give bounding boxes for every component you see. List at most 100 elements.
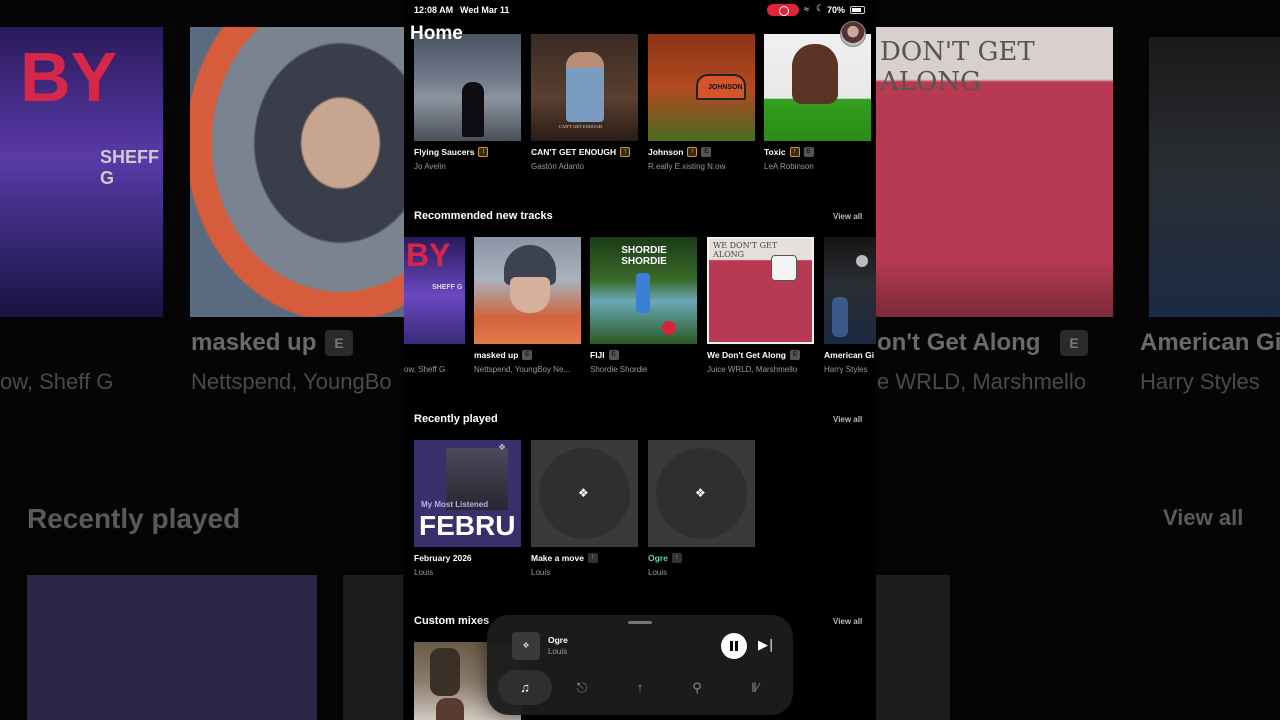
section-title-recommended[interactable]: Recommended new tracks xyxy=(414,210,553,222)
art-caption: My Most Listened xyxy=(421,500,489,509)
card-artist: Louis xyxy=(531,568,551,577)
bg-sub-1: ow, Sheff G xyxy=(0,369,114,394)
album-art xyxy=(764,34,871,141)
bg-e-badge-2: E xyxy=(1060,330,1088,356)
card-title: Toxic xyxy=(764,147,786,157)
skip-next-icon[interactable]: ▶∣ xyxy=(758,637,775,653)
view-all-recently-played[interactable]: View all xyxy=(833,415,862,424)
card-masked-up[interactable]: masked up E Nettspend, YoungBoy Ne... xyxy=(474,237,581,374)
face xyxy=(510,277,550,313)
card-cant-get-enough[interactable]: CAN'T GET ENOUGH CAN'T GET ENOUGH ↑ Gastó… xyxy=(531,34,638,171)
card-sheff-partial[interactable]: BY SHEFF G ow, Sheff G xyxy=(404,237,465,374)
bg-art-masked-up xyxy=(190,27,405,317)
disco-ball xyxy=(856,255,868,267)
bg-view-all: View all xyxy=(1163,505,1244,530)
explicit-badge-icon: E xyxy=(701,147,712,157)
explicit-badge-icon: E xyxy=(522,350,533,360)
nav-library-icon[interactable]: ‖⁄ xyxy=(728,670,782,705)
now-playing-art[interactable]: ❖ xyxy=(512,632,540,660)
card-artist: Jo Avelin xyxy=(414,162,446,171)
bg-title-american: American Gi xyxy=(1140,329,1280,356)
card-title: masked up xyxy=(474,350,519,360)
card-ogre[interactable]: ❖ Ogre ↑ Louis xyxy=(648,440,755,577)
card-flying-saucers[interactable]: Flying Saucers ↑ Jo Avelin xyxy=(414,34,521,171)
bg-recent-heading: Recently played xyxy=(27,503,241,534)
art-big-text: FEBRU xyxy=(419,510,516,541)
art-caption: CAN'T GET ENOUGH xyxy=(559,124,602,129)
album-art: ❖ xyxy=(648,440,755,547)
card-we-dont-get-along[interactable]: WE DON'T GET ALONG We Don't Get Along E J… xyxy=(707,237,814,374)
bg-art-sheff: BY SHEFF G xyxy=(0,27,163,317)
card-title: FIJI xyxy=(590,350,605,360)
nav-upload-arrow-icon[interactable]: ↑ xyxy=(613,670,667,705)
card-artist: ow, Sheff G xyxy=(404,365,446,374)
upload-badge-icon: ↑ xyxy=(671,553,682,563)
bg-sub-4: Harry Styles xyxy=(1140,369,1260,394)
album-art xyxy=(824,237,876,344)
bg-art-american xyxy=(1149,37,1280,317)
battery-percent: 70% xyxy=(827,5,846,15)
figure xyxy=(566,52,604,122)
bg-art-sheff-text: BY xyxy=(20,38,118,116)
album-art xyxy=(474,237,581,344)
upload-badge-icon: ↑ xyxy=(587,553,598,563)
card-fiji[interactable]: SHORDIE SHORDIE FIJI E Shordie Shordie xyxy=(590,237,697,374)
bg-art-recent-1 xyxy=(27,575,317,720)
card-february-2026[interactable]: ❖ My Most Listened FEBRU February 2026 L… xyxy=(414,440,521,577)
card-title: Ogre xyxy=(648,553,668,563)
card-artist: Louis xyxy=(414,568,434,577)
card-make-a-move[interactable]: ❖ Make a move ↑ Louis xyxy=(531,440,638,577)
card-american-girls[interactable]: American Gi Harry Styles xyxy=(824,237,876,374)
nav-search-icon[interactable]: ⚲ xyxy=(670,670,724,705)
figure xyxy=(430,648,460,696)
bg-art-sheff-sub: SHEFF G xyxy=(100,147,160,188)
card-title: We Don't Get Along xyxy=(707,350,786,360)
wifi-icon: ≈ xyxy=(804,4,809,14)
card-artist: Harry Styles xyxy=(824,365,868,374)
tidal-logo-icon: ❖ xyxy=(578,486,589,500)
card-toxic[interactable]: Toxic ↑ E LeA Robinson xyxy=(764,34,871,171)
figure xyxy=(436,698,464,720)
nav-notifications-bell-icon[interactable]: ⎋ xyxy=(555,670,609,705)
bg-art-recent-2 xyxy=(343,575,403,720)
now-playing-title[interactable]: Ogre xyxy=(548,635,568,645)
mini-player[interactable]: ❖ Ogre Louis ▶∣ ♫ ⎋ ↑ ⚲ ‖⁄ xyxy=(487,615,793,715)
card-johnson[interactable]: JOHNSON Johnson ↑ E R.eally E.xisting N.ow xyxy=(648,34,755,171)
profile-avatar[interactable] xyxy=(840,21,866,47)
card-artist: R.eally E.xisting N.ow xyxy=(648,162,726,171)
album-art xyxy=(414,34,521,141)
card-title: February 2026 xyxy=(414,553,472,563)
nav-home-music-icon[interactable]: ♫ xyxy=(498,670,552,705)
album-art: BY SHEFF G xyxy=(404,237,465,344)
section-title-recently-played[interactable]: Recently played xyxy=(414,413,498,425)
now-playing-artist[interactable]: Louis xyxy=(548,647,567,656)
section-title-custom-mixes[interactable]: Custom mixes xyxy=(414,615,489,627)
screen-record-icon[interactable] xyxy=(767,4,799,16)
card-artist: Juice WRLD, Marshmello xyxy=(707,365,798,374)
art-caption: JOHNSON xyxy=(708,84,743,91)
drag-handle[interactable] xyxy=(628,621,652,624)
album-art: JOHNSON xyxy=(648,34,755,141)
flower xyxy=(662,321,676,335)
card-artist: Gastón Adanto xyxy=(531,162,584,171)
card-artist: Shordie Shordie xyxy=(590,365,648,374)
upload-badge-icon: ↑ xyxy=(687,147,698,157)
bg-sub-2: Nettspend, YoungBo xyxy=(191,369,392,394)
view-all-custom-mixes[interactable]: View all xyxy=(833,617,862,626)
tidal-logo-icon: ❖ xyxy=(498,442,507,452)
art-text: SHORDIE SHORDIE xyxy=(621,245,667,267)
figure xyxy=(792,44,838,104)
upload-badge-icon: ↑ xyxy=(789,147,800,157)
page-title: Home xyxy=(410,23,463,44)
status-bar: 12:08 AM Wed Mar 11 ≈ ☾ 70% xyxy=(404,0,876,22)
view-all-recommended[interactable]: View all xyxy=(833,212,862,221)
app-screen: 12:08 AM Wed Mar 11 ≈ ☾ 70% Flying Sauce… xyxy=(404,0,876,720)
figure-silhouette xyxy=(462,82,484,137)
bg-art-getalong-text: DON'T GET ALONG xyxy=(880,37,1035,97)
status-time: 12:08 AM xyxy=(414,5,454,15)
tidal-logo-icon: ❖ xyxy=(695,486,706,500)
battery-icon xyxy=(850,6,865,14)
pause-button[interactable] xyxy=(721,633,747,659)
card-title: Flying Saucers xyxy=(414,147,475,157)
explicit-badge-icon: E xyxy=(790,350,800,360)
